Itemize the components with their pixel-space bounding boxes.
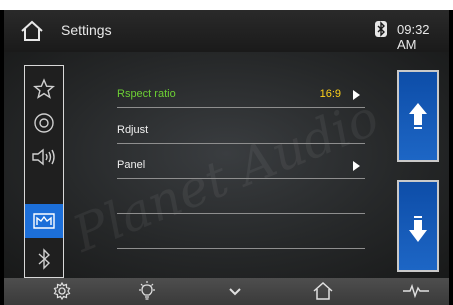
category-sidebar xyxy=(24,65,64,278)
display-icon xyxy=(33,213,55,229)
settings-gear-icon[interactable] xyxy=(52,281,72,301)
bottom-nav-bar xyxy=(4,278,449,305)
sidebar-item-favorites[interactable] xyxy=(25,72,63,106)
scroll-down-button[interactable] xyxy=(397,180,439,272)
equalizer-icon[interactable] xyxy=(402,281,430,301)
setting-row-empty-2 xyxy=(117,223,365,249)
scroll-up-button[interactable] xyxy=(397,70,439,162)
arrow-down-icon xyxy=(409,216,427,242)
cropped-header-strip xyxy=(0,0,453,10)
home-icon[interactable] xyxy=(312,281,334,301)
chevron-down-icon[interactable] xyxy=(227,281,243,301)
setting-row-adjust[interactable]: Rdjust xyxy=(117,118,365,144)
chevron-right-icon xyxy=(353,90,360,100)
bluetooth-status-icon xyxy=(375,21,387,37)
setting-value: 16:9 xyxy=(319,88,341,100)
chevron-right-icon xyxy=(353,161,360,171)
disc-icon xyxy=(34,113,54,133)
setting-row-panel[interactable]: Panel xyxy=(117,153,365,179)
speaker-icon xyxy=(32,148,55,166)
page-title: Settings xyxy=(61,22,112,38)
sidebar-item-display[interactable] xyxy=(25,204,63,238)
bluetooth-icon xyxy=(38,248,51,270)
home-icon[interactable] xyxy=(20,20,44,42)
arrow-up-icon xyxy=(409,103,427,129)
settings-panel: Planet Audio Rspect ratio 16:9 Rdjust Pa… xyxy=(4,52,449,278)
head-unit-screen: Settings 09:32 AM Planet Audio Rspect ra… xyxy=(0,10,453,305)
sidebar-item-audio[interactable] xyxy=(25,140,63,174)
setting-row-aspect-ratio[interactable]: Rspect ratio 16:9 xyxy=(117,82,365,108)
sidebar-item-bluetooth[interactable] xyxy=(25,242,63,276)
setting-row-empty-1 xyxy=(117,188,365,214)
light-bulb-icon[interactable] xyxy=(137,281,157,301)
setting-label: Rdjust xyxy=(117,124,149,136)
status-bar: Settings 09:32 AM xyxy=(4,10,449,52)
setting-label: Panel xyxy=(117,159,146,171)
sidebar-item-disc[interactable] xyxy=(25,106,63,140)
clock: 09:32 AM xyxy=(397,22,430,52)
star-icon xyxy=(33,78,55,99)
setting-label: Rspect ratio xyxy=(117,88,176,100)
